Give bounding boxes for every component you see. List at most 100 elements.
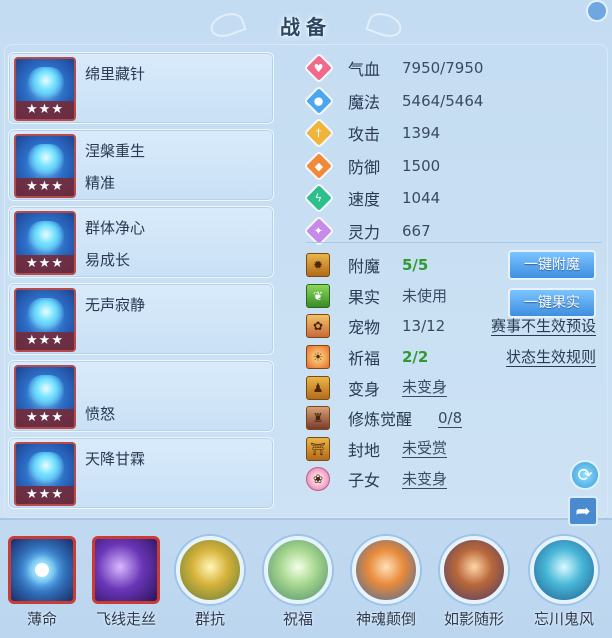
refresh-icon[interactable]: ⟳ (570, 460, 600, 490)
bottom-skill-label: 飞线走丝 (95, 610, 156, 628)
pet-icon: ✿ (306, 314, 330, 339)
bottom-skill-label: 如影随形 (443, 610, 504, 628)
extra-label: 子女 (348, 471, 381, 491)
stat-row-hp: ♥ 气血 7950/7950 (303, 52, 606, 85)
stat-value: 7950/7950 (402, 59, 484, 78)
stat-label: 灵力 (348, 222, 381, 242)
star-rating: ★★★ (16, 178, 74, 196)
close-button[interactable] (586, 0, 608, 22)
bottom-skill[interactable]: 薄命 (4, 536, 80, 638)
extra-value[interactable]: 未受赏 (402, 439, 448, 459)
bottom-skill[interactable]: 如影随形 (436, 536, 512, 638)
skill-name: 无声寂静 (85, 296, 146, 314)
stat-row-speed: ϟ 速度 1044 (303, 182, 606, 215)
skill-icon: ★★★ (14, 365, 76, 429)
extra-value[interactable]: 0/8 (438, 409, 463, 428)
leaf-icon: ❦ (306, 283, 330, 308)
extra-row-fief: ⛩ 封地 未受赏 (306, 434, 606, 465)
transform-icon: ♟ (306, 375, 330, 400)
lightning-icon: ϟ (303, 182, 335, 214)
cloud-ornament-icon (207, 8, 247, 42)
skill-icon: ★★★ (14, 211, 76, 275)
extra-label: 果实 (348, 287, 381, 307)
extra-label: 封地 (348, 440, 381, 460)
extra-value[interactable]: 未变身 (402, 470, 448, 489)
extra-row-transform: ♟ 变身 未变身 (306, 372, 606, 403)
bottom-skill[interactable]: 神魂颠倒 (348, 536, 424, 638)
extra-value: 5/5 (402, 256, 429, 275)
stat-label: 防御 (348, 157, 381, 177)
skill-icon: ★★★ (14, 288, 76, 352)
stat-value: 1500 (402, 156, 441, 175)
bottom-skill-label: 祝福 (282, 610, 313, 628)
extra-label: 变身 (348, 379, 381, 399)
stat-value: 667 (402, 221, 431, 240)
extra-label: 修炼觉醒 (348, 410, 413, 430)
skill-card[interactable]: ★★★ 无声寂静 (8, 283, 274, 355)
star-rating: ★★★ (16, 332, 74, 350)
extra-value[interactable]: 未变身 (402, 378, 448, 398)
heart-icon: ♥ (303, 52, 335, 84)
stat-row-attack: † 攻击 1394 (303, 117, 606, 150)
stat-label: 气血 (348, 60, 381, 80)
extra-row-cultivate: ♜ 修炼觉醒 0/8 (306, 403, 606, 434)
bottom-skill[interactable]: 祝福 (260, 536, 336, 638)
skill-card[interactable]: ★★★ 绵里藏针 (8, 52, 274, 124)
skill-name: 群体净心 (85, 219, 146, 237)
skill-icon: ★★★ (14, 57, 76, 121)
skill-card[interactable]: ★★★ 涅槃重生 精准 (8, 129, 274, 201)
star-rating: ★★★ (16, 486, 74, 504)
skill-card[interactable]: ★★★ 群体净心 易成长 (8, 206, 274, 278)
extra-value: 13/12 (402, 317, 446, 336)
extra-row-fairy: ❀ 子女 未变身 (306, 464, 606, 495)
stat-row-defense: ◆ 防御 1500 (303, 150, 606, 183)
skill-icon (264, 536, 332, 604)
skill-icon: ★★★ (14, 134, 76, 198)
stat-value: 5464/5464 (402, 91, 484, 110)
star-rating: ★★★ (16, 255, 74, 273)
skill-icon (352, 536, 420, 604)
event-preset-link[interactable]: 赛事不生效预设 (490, 317, 596, 336)
bottom-skill-label: 群抗 (194, 610, 225, 628)
skill-icon (8, 536, 76, 604)
extra-row-bless: ☀ 祈福 2/2 状态生效规则 (306, 342, 606, 373)
bottom-skill[interactable]: 群抗 (172, 536, 248, 638)
extra-row-pet: ✿ 宠物 13/12 赛事不生效预设 (306, 311, 606, 342)
cloud-ornament-icon (365, 8, 405, 42)
gate-icon: ⛩ (306, 436, 330, 461)
shield-icon: ◆ (303, 150, 335, 182)
skill-name: 绵里藏针 (85, 65, 146, 83)
extra-row-enchant: ✹ 附魔 5/5 一键附魔 (306, 250, 606, 281)
title-bar: 战备 (190, 4, 422, 46)
skill-card[interactable]: ★★★ 愤怒 (8, 360, 274, 432)
star-rating: ★★★ (16, 409, 74, 427)
one-click-enchant-button[interactable]: 一键附魔 (508, 250, 596, 281)
extra-value: 未使用 (402, 287, 448, 306)
skill-icon (530, 536, 598, 604)
extra-row-fruit: ❦ 果实 未使用 一键果实 (306, 281, 606, 318)
mana-icon: ● (303, 85, 335, 117)
equip-panel: 战备 ★★★ 绵里藏针 ★★★ 涅槃重生 精准 ★★★ 群体净心 易成长 ★★★… (0, 0, 612, 526)
extra-label: 附魔 (348, 257, 381, 277)
bottom-skill-label: 忘川鬼风 (533, 610, 594, 628)
stat-label: 速度 (348, 190, 381, 210)
skill-subtitle: 愤怒 (85, 405, 116, 423)
bottom-skill[interactable]: 忘川鬼风 (526, 536, 602, 638)
lotus-icon: ❀ (306, 467, 330, 492)
share-icon[interactable]: ➦ (568, 496, 598, 526)
skill-list: ★★★ 绵里藏针 ★★★ 涅槃重生 精准 ★★★ 群体净心 易成长 ★★★ 无声… (8, 52, 278, 514)
skill-name: 天降甘霖 (85, 450, 146, 468)
extra-value: 2/2 (402, 348, 429, 367)
skill-name: 涅槃重生 (85, 142, 146, 160)
skill-subtitle: 精准 (85, 174, 116, 192)
status-rules-link[interactable]: 状态生效规则 (505, 348, 596, 367)
divider (306, 242, 602, 243)
bottom-skill-label: 薄命 (26, 610, 57, 628)
bottom-skill-label: 神魂颠倒 (355, 610, 416, 628)
skill-icon (92, 536, 160, 604)
skill-subtitle: 易成长 (85, 251, 131, 269)
stats-list: ♥ 气血 7950/7950 ● 魔法 5464/5464 † 攻击 1394 … (303, 52, 606, 247)
stat-label: 攻击 (348, 125, 381, 145)
skill-card[interactable]: ★★★ 天降甘霖 (8, 437, 274, 509)
bottom-skill[interactable]: 飞线走丝 (88, 536, 164, 638)
